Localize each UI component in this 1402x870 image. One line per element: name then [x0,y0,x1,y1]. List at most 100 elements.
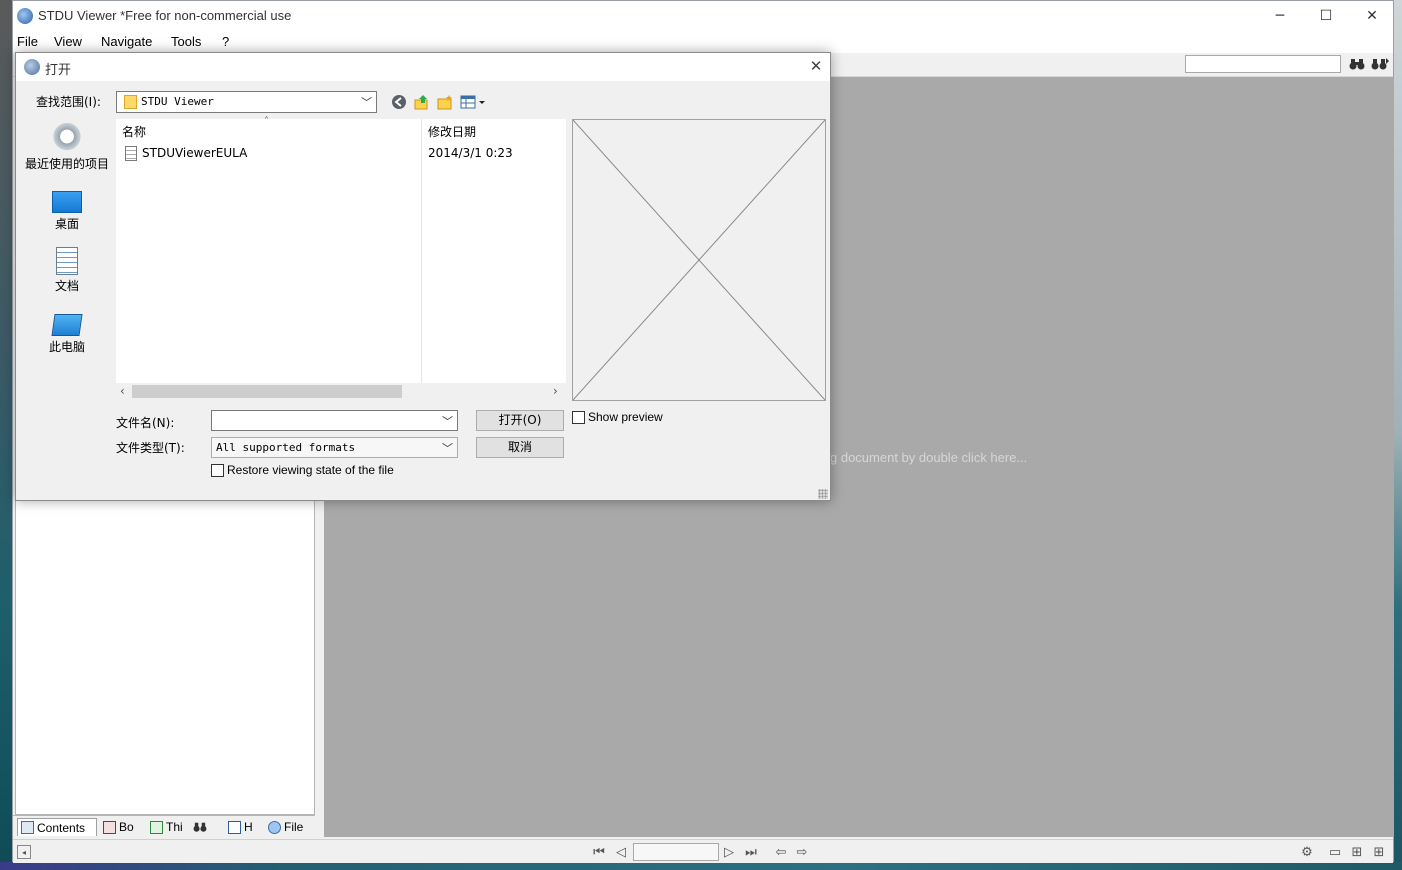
show-preview-checkbox[interactable]: Show preview [572,410,663,424]
maximize-button[interactable]: ☐ [1303,1,1349,31]
menu-navigate[interactable]: Navigate [101,34,152,49]
menu-view[interactable]: View [54,34,82,49]
preview-pane [572,119,826,401]
text-file-icon [125,146,137,161]
tab-label: Thi [166,820,183,834]
file-type-label: 文件类型(T): [116,441,185,455]
search-input[interactable] [1185,55,1341,73]
last-page-icon[interactable]: ⏭ [743,844,759,860]
column-header-name[interactable]: 名称 [122,123,146,140]
tab-label: Bo [119,820,134,834]
chevron-down-icon: ﹀ [442,442,453,455]
menu-file[interactable]: File [17,34,38,49]
show-preview-label: Show preview [588,410,663,424]
file-type-value: All supported formats [216,441,356,454]
dialog-close-button[interactable]: ✕ [804,57,828,77]
dialog-title-bar[interactable]: 打开 ✕ [16,53,830,81]
menu-tools[interactable]: Tools [171,34,201,49]
file-name-label: 文件名(N): [116,416,175,430]
scrollbar-thumb[interactable] [132,385,402,398]
window-title: STDU Viewer *Free for non-commercial use [38,8,292,23]
scroll-left-icon[interactable]: ‹ [120,384,125,398]
title-bar[interactable]: STDU Viewer *Free for non-commercial use… [13,1,1393,31]
panel-tabs: Contents Bo Thi H File [13,815,315,837]
back-icon[interactable]: ⇦ [773,844,789,860]
close-button[interactable]: ✕ [1349,1,1395,31]
sort-caret-icon: ˄ [264,116,269,127]
place-this-pc[interactable]: 此电脑 [17,309,117,355]
place-recent-items[interactable]: 最近使用的项目 [17,123,117,172]
desktop-icon [52,191,82,213]
back-icon[interactable] [390,93,408,111]
open-file-dialog: 打开 ✕ 查找范围(I): STDU Viewer ﹀ 最近使用的项目 桌面 文… [15,52,831,501]
documents-icon [56,247,78,275]
look-in-dropdown[interactable]: STDU Viewer ﹀ [116,91,377,113]
tab-highlights[interactable]: H [225,818,261,836]
up-folder-icon[interactable] [413,93,431,111]
file-icon [268,820,281,834]
new-folder-icon[interactable] [436,93,454,111]
desktop-background-right [1394,0,1402,870]
horizontal-scrollbar[interactable]: ‹ › [116,383,566,401]
checkbox-box[interactable] [211,463,224,477]
thumbnails-icon [150,820,163,834]
document-hint: g document by double click here... [830,450,1028,465]
view-menu-icon[interactable] [460,93,488,111]
single-page-view-icon[interactable]: ▭ [1327,844,1343,860]
tab-file[interactable]: File [265,818,311,836]
tab-bookmarks[interactable]: Bo [100,818,144,836]
binoculars-icon[interactable] [1349,57,1365,71]
file-date: 2014/3/1 0:23 [428,146,513,160]
app-icon[interactable] [17,8,33,24]
places-bar: 最近使用的项目 桌面 文档 此电脑 [17,119,111,475]
restore-state-checkbox[interactable]: Restore viewing state of the file [211,463,394,477]
status-bar: ◂ ⏮ ◁ ▷ ⏭ ⇦ ⇨ ⚙ ▭ ⊞ ⊞ [13,839,1393,863]
tab-contents[interactable]: Contents [17,818,97,836]
cancel-button[interactable]: 取消 [476,437,564,458]
checkbox-box[interactable] [572,410,585,424]
restore-state-label: Restore viewing state of the file [227,463,394,477]
two-page-view-icon[interactable]: ⊞ [1349,844,1365,860]
list-item[interactable]: STDUViewerEULA 2014/3/1 0:23 [122,145,562,163]
search-binoculars-icon [193,821,207,834]
minimize-button[interactable]: ─ [1257,1,1303,31]
this-pc-icon [51,314,83,336]
file-type-dropdown[interactable]: All supported formats ﹀ [211,437,458,458]
bookmarks-icon [103,820,116,834]
chevron-down-icon: ﹀ [361,96,372,109]
previous-page-icon[interactable]: ◁ [613,844,629,860]
tab-label: File [284,820,304,834]
dialog-app-icon [24,59,40,75]
tab-thumbnails[interactable]: Thi [147,818,187,836]
tab-search[interactable] [190,818,220,836]
file-list[interactable]: ˄ 名称 修改日期 STDUViewerEULA 2014/3/1 0:23 ‹… [116,116,566,401]
dialog-title: 打开 [45,63,72,78]
desktop-background-bottom [0,862,1402,870]
menu-bar: File View Navigate Tools ? [13,31,1393,53]
menu-help[interactable]: ? [222,34,229,49]
place-desktop[interactable]: 桌面 [17,185,117,232]
chevron-down-icon[interactable]: ﹀ [442,413,453,429]
file-name-input[interactable]: ﹀ [211,410,458,431]
recent-items-icon [52,123,82,153]
scroll-right-icon[interactable]: › [553,384,558,398]
contents-icon [21,821,34,834]
file-name: STDUViewerEULA [142,146,248,160]
first-page-icon[interactable]: ⏮ [591,844,607,860]
look-in-value: STDU Viewer [141,95,214,108]
column-header-date[interactable]: 修改日期 [428,123,476,140]
next-page-icon[interactable]: ▷ [721,844,737,860]
multi-page-view-icon[interactable]: ⊞ [1371,844,1387,860]
highlights-icon [228,820,241,834]
settings-icon[interactable]: ⚙ [1299,844,1315,860]
tab-label: H [244,820,253,834]
page-number-input[interactable] [633,843,719,861]
resize-grip[interactable] [818,489,828,499]
binoculars-next-icon[interactable] [1371,57,1389,71]
forward-icon[interactable]: ⇨ [794,844,810,860]
open-button[interactable]: 打开(O) [476,410,564,431]
desktop-background-left [0,0,12,870]
folder-icon [124,95,137,109]
place-documents[interactable]: 文档 [17,247,117,294]
toggle-panel-icon[interactable]: ◂ [17,845,31,859]
